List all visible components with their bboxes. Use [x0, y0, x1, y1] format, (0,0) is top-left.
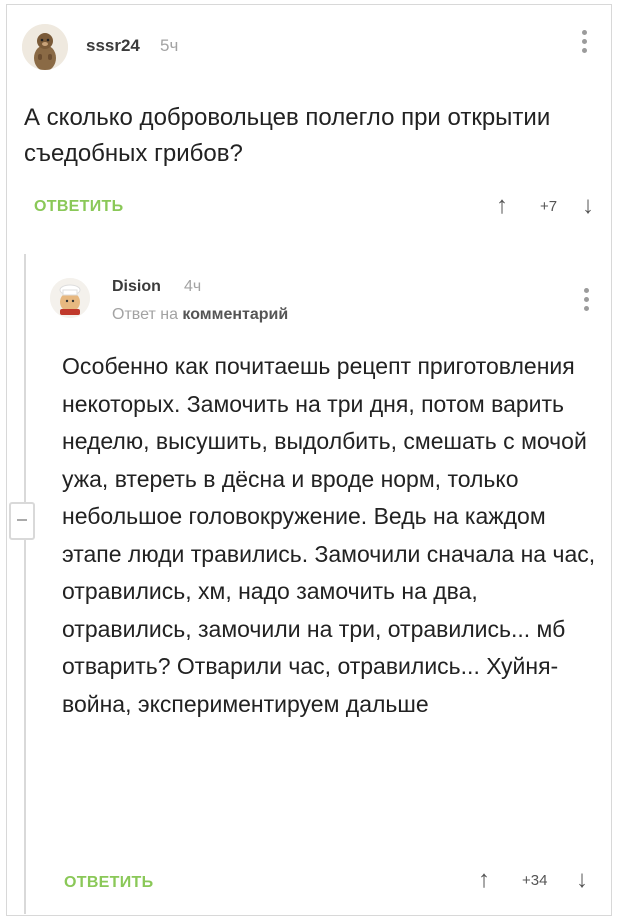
comment-text: Особенно как почитаешь рецепт приготовле…	[62, 353, 596, 717]
score: +34	[522, 872, 548, 889]
username[interactable]: sssr24	[86, 36, 140, 56]
downvote-icon[interactable]: ↓	[582, 192, 594, 220]
reply-button[interactable]: ОТВЕТИТЬ	[34, 198, 123, 216]
reply-button[interactable]: ОТВЕТИТЬ	[64, 874, 153, 892]
downvote-icon[interactable]: ↓	[576, 866, 588, 894]
score: +7	[540, 198, 558, 215]
reply-comment: Dision 4ч Ответ на комментарий Особенно …	[9, 254, 604, 914]
vote-controls: ↑ +7 ↓	[496, 192, 606, 220]
more-options-icon[interactable]	[584, 288, 592, 315]
thread-line[interactable]	[24, 254, 26, 914]
avatar[interactable]	[50, 278, 90, 318]
vote-controls: ↑ +34 ↓	[478, 866, 598, 894]
username[interactable]: Dision	[112, 278, 161, 296]
timestamp: 4ч	[184, 278, 202, 295]
upvote-icon[interactable]: ↑	[496, 192, 508, 220]
timestamp: 5ч	[160, 36, 179, 55]
reply-to-prefix: Ответ на	[112, 306, 178, 323]
chef-avatar-icon	[50, 278, 90, 318]
upvote-icon[interactable]: ↑	[478, 866, 490, 894]
reply-to-target[interactable]: комментарий	[182, 306, 288, 323]
reply-to-link[interactable]: Ответ на комментарий	[112, 306, 288, 324]
comment-text: А сколько добровольцев полегло при откры…	[24, 104, 551, 167]
collapse-thread-button[interactable]	[9, 502, 35, 540]
avatar[interactable]	[22, 24, 68, 70]
more-options-icon[interactable]	[582, 30, 590, 57]
marmot-avatar-icon	[22, 24, 68, 70]
